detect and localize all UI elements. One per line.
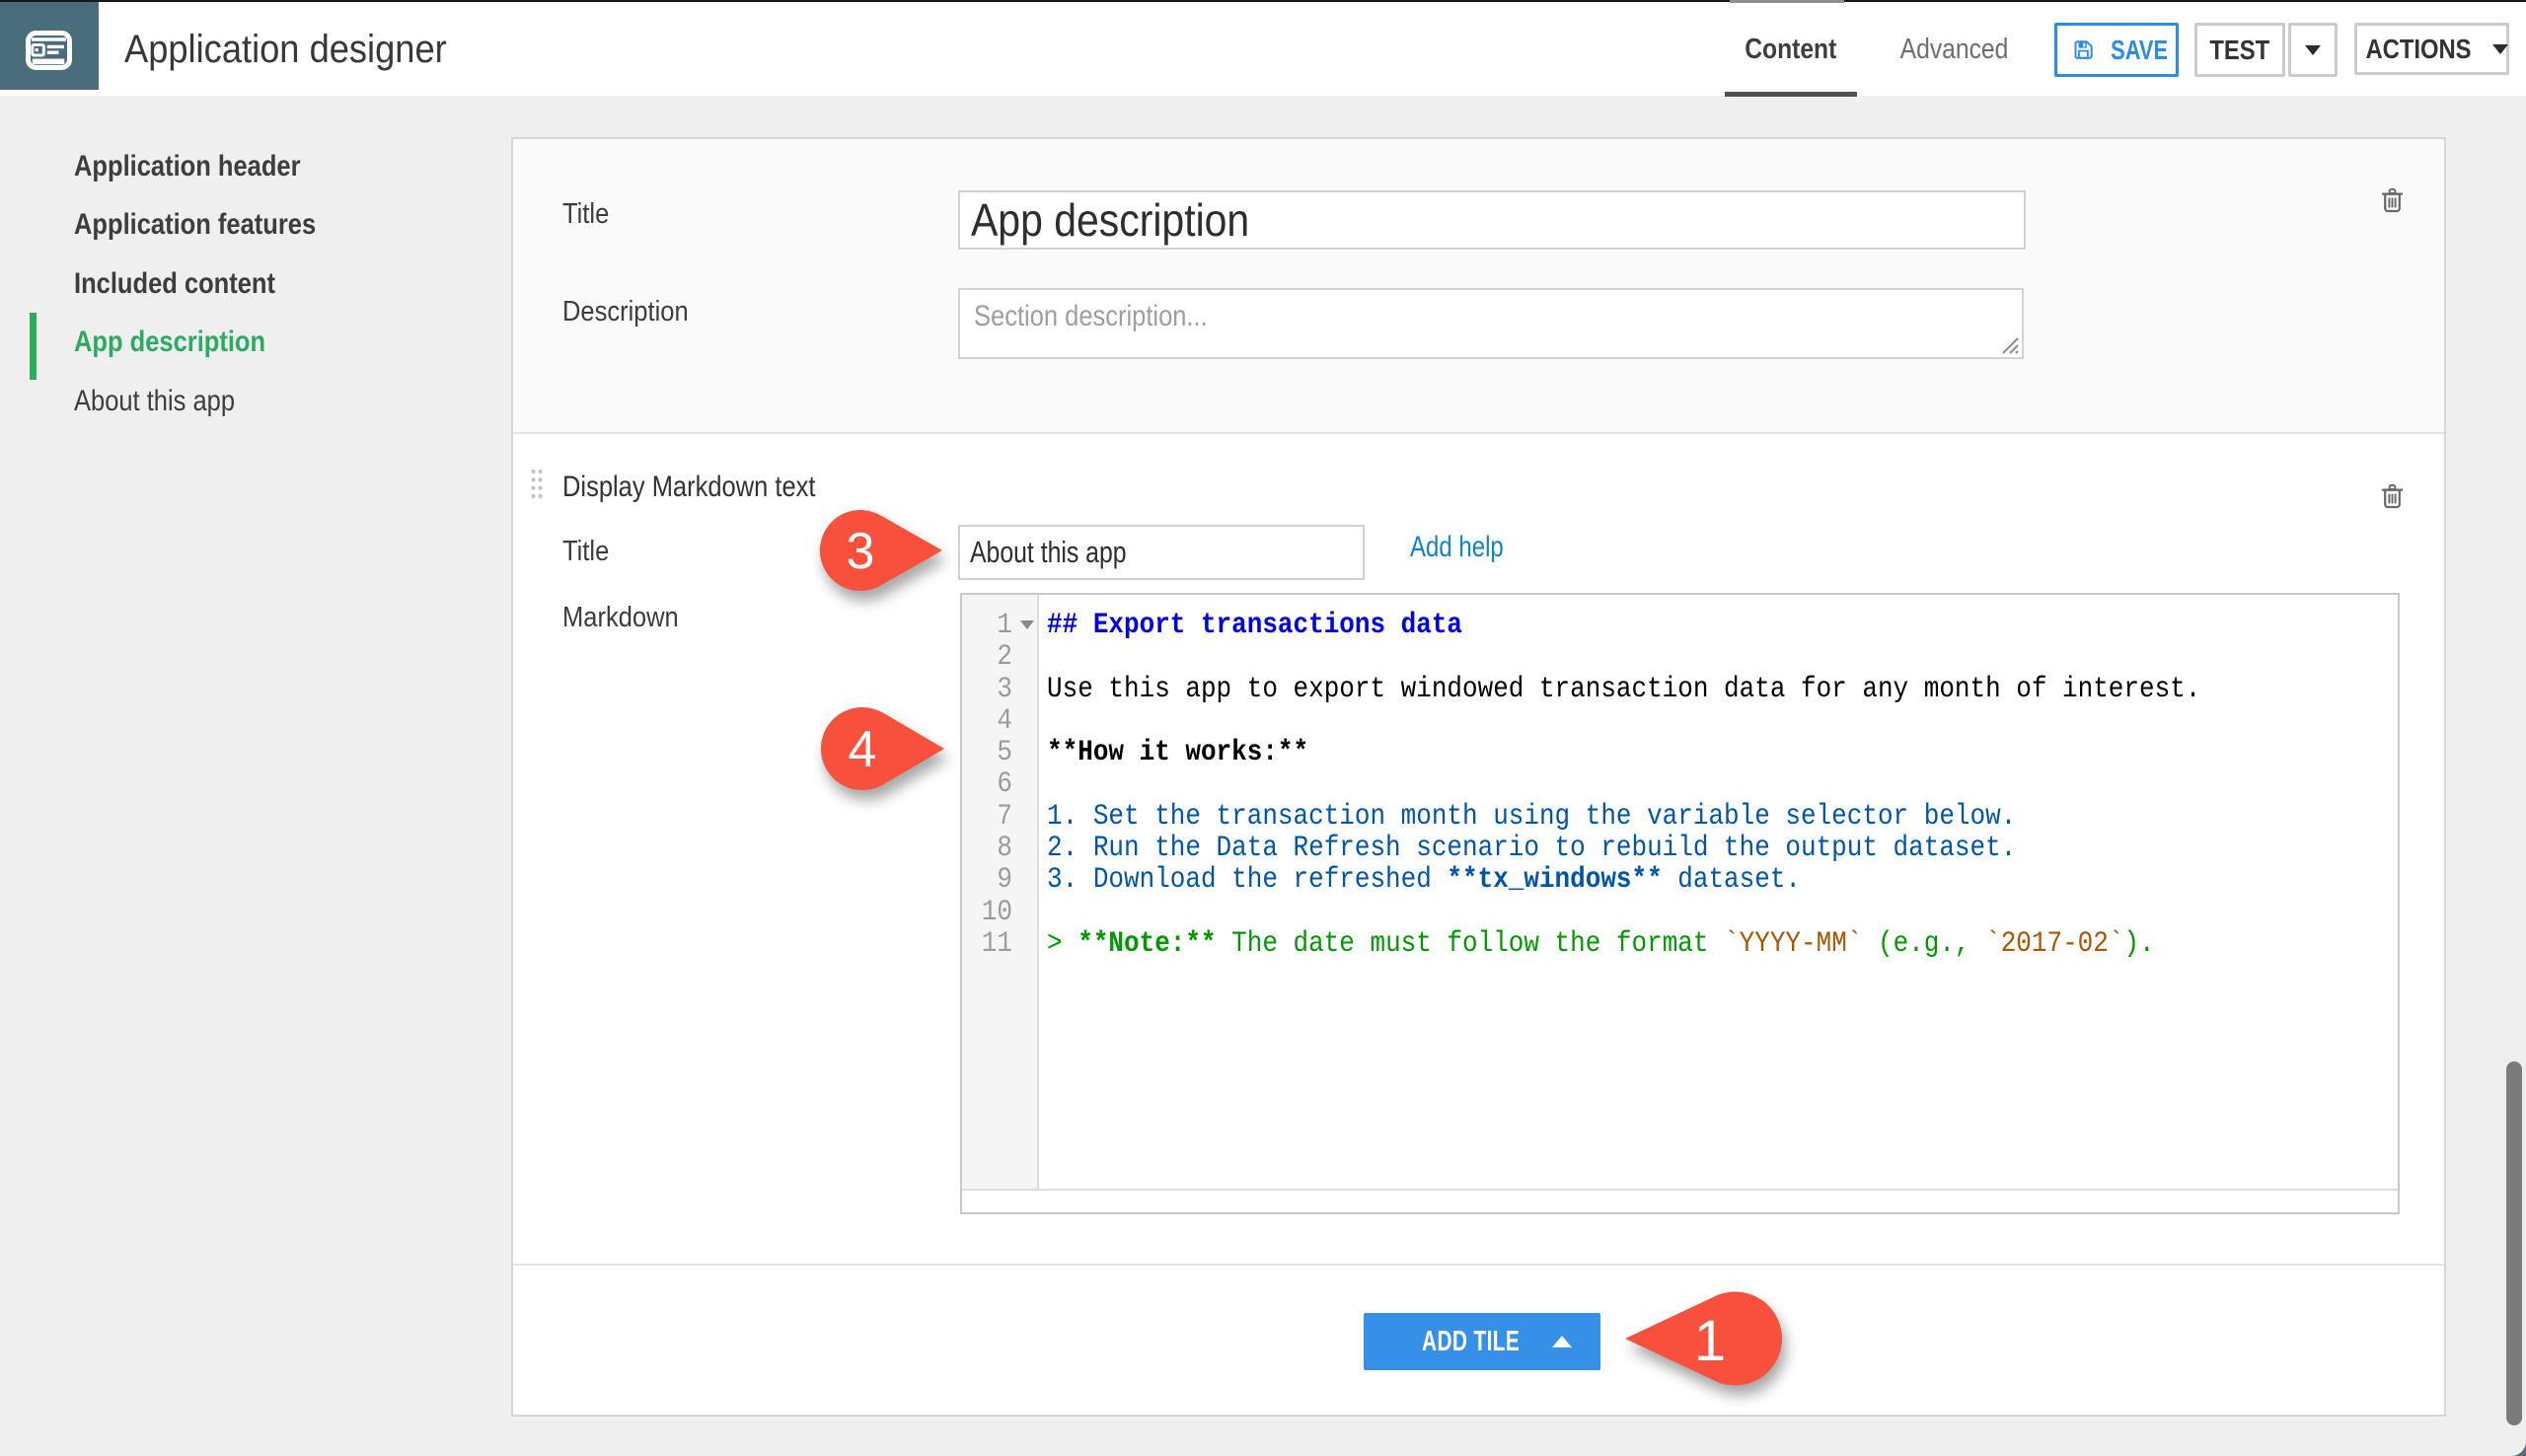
svg-text:3: 3 (847, 523, 875, 580)
svg-text:1: 1 (1694, 1309, 1726, 1373)
svg-text:4: 4 (849, 721, 877, 778)
